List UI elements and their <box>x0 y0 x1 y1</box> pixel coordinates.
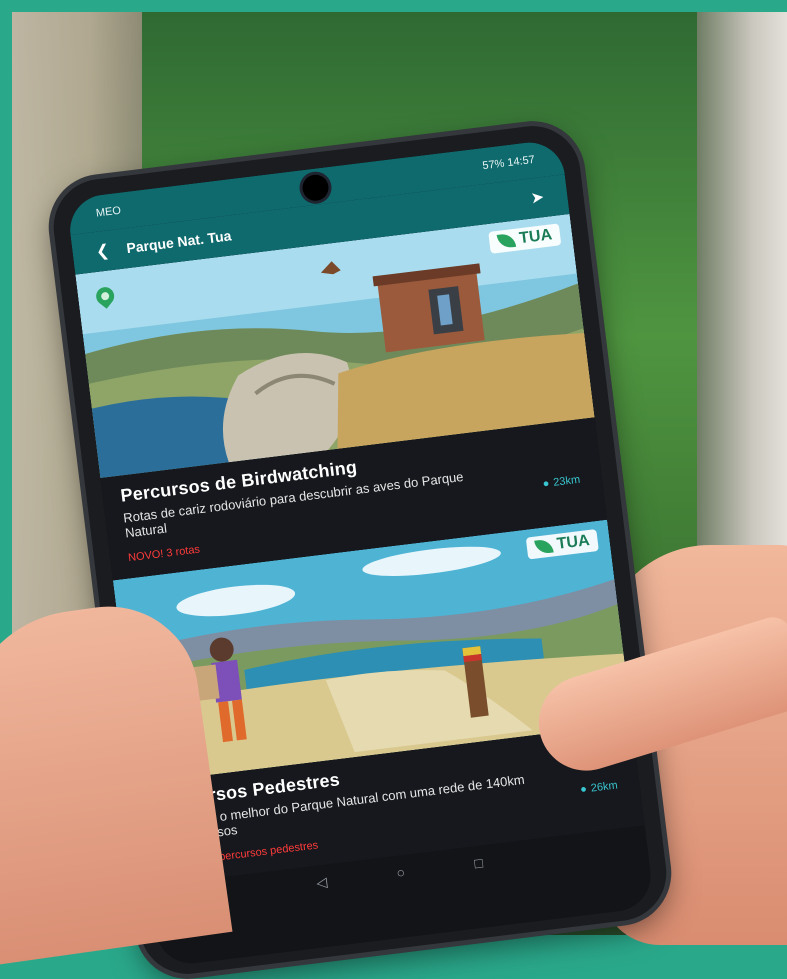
leaf-icon <box>496 232 517 249</box>
logo-text: TUA <box>555 532 591 553</box>
distance-value: 23km <box>552 473 581 489</box>
nav-recents-icon[interactable]: □ <box>473 854 483 871</box>
logo-text: TUA <box>518 226 554 248</box>
new-badge: NOVO! 3 rotas <box>127 543 201 565</box>
location-arrow-icon[interactable]: ➤ <box>524 184 551 211</box>
leaf-icon <box>534 538 554 555</box>
nav-home-icon[interactable]: ○ <box>396 864 406 881</box>
walk-icon: ● <box>579 783 588 796</box>
page-title: Parque Nat. Tua <box>125 227 233 257</box>
route-card-birdwatching[interactable]: TUA Percursos de Birdwatching Rotas de c… <box>75 213 608 581</box>
status-battery-time: 57% 14:57 <box>481 153 536 173</box>
distance-label: ● 26km <box>580 779 619 795</box>
nav-back-icon[interactable]: ◁ <box>315 873 328 891</box>
distance-label: ● 23km <box>542 474 581 490</box>
status-carrier: MEO <box>95 204 122 220</box>
distance-value: 26km <box>590 779 619 795</box>
back-arrow-icon[interactable]: ❮ <box>89 238 116 265</box>
car-icon: ● <box>542 477 551 491</box>
